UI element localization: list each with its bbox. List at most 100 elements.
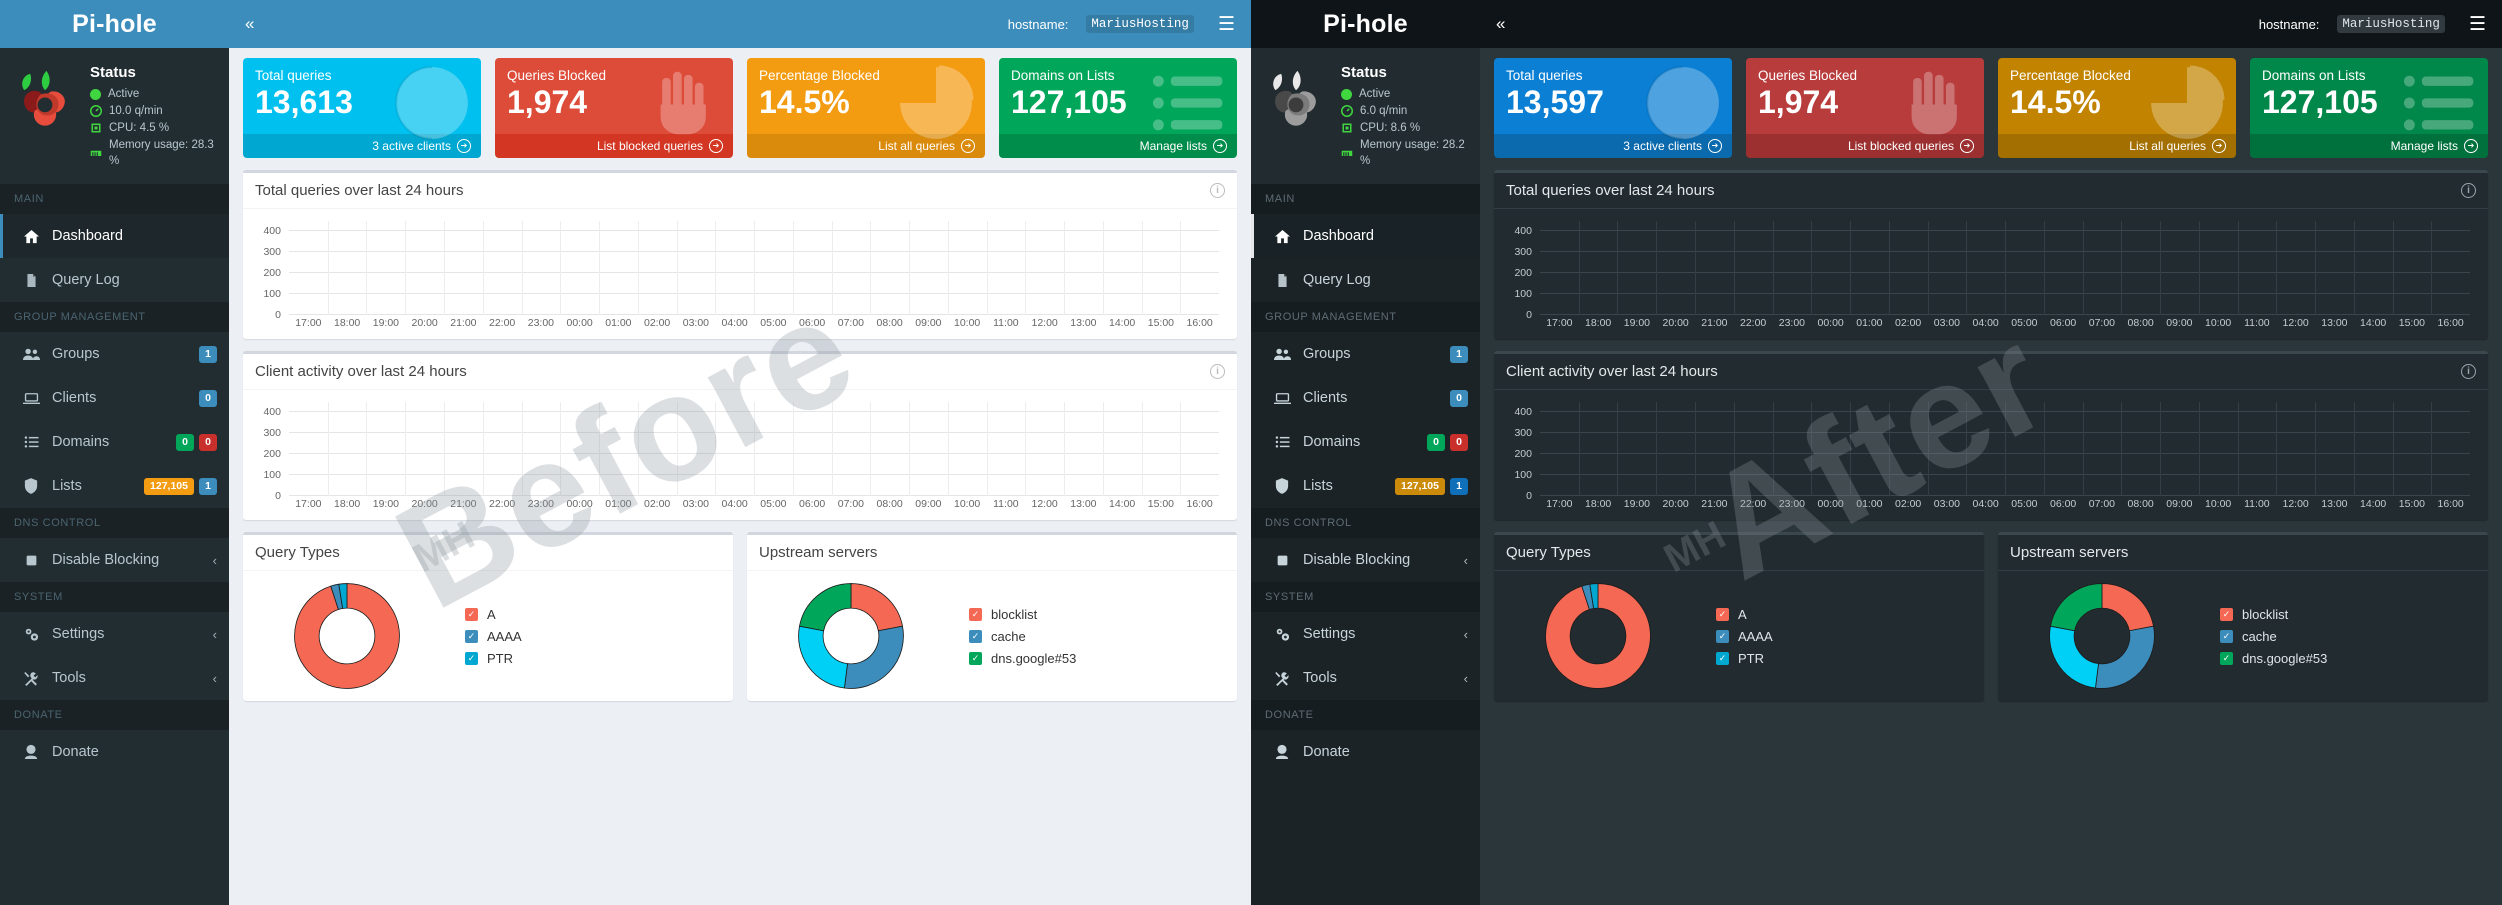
legend-item[interactable]: ✓ PTR — [465, 651, 729, 666]
query-types-donut[interactable] — [247, 577, 447, 695]
info-icon[interactable]: i — [1210, 364, 1225, 379]
stat-card-total-queries[interactable]: Total queries 13,597 3 active clients ➔ — [1494, 58, 1732, 158]
stat-card-total-queries[interactable]: Total queries 13,613 3 active clients ➔ — [243, 58, 481, 158]
hostname-label: hostname: — [1007, 16, 1069, 32]
legend-checkbox[interactable]: ✓ — [969, 629, 982, 643]
legend-item[interactable]: ✓ AAAA — [465, 629, 729, 644]
menu-icon[interactable]: ☰ — [1218, 13, 1235, 36]
cpu-icon — [1342, 123, 1352, 133]
total-queries-box: Total queries over last 24 hours i 400 30… — [243, 170, 1237, 339]
legend-checkbox[interactable]: ✓ — [465, 629, 478, 643]
legend-item[interactable]: ✓ cache — [969, 629, 1233, 644]
sidebar-item-groups[interactable]: Groups 1 — [0, 332, 229, 376]
legend-checkbox[interactable]: ✓ — [969, 651, 982, 665]
sidebar-item-tools[interactable]: Tools ‹ — [0, 656, 229, 700]
stat-card-domains-on-lists[interactable]: Domains on Lists 127,105 Manage lists ➔ — [2250, 58, 2488, 158]
sidebar-item-lists[interactable]: Lists 127,105 1 — [1251, 464, 1480, 508]
stat-card-queries-blocked[interactable]: Queries Blocked 1,974 List blocked queries… — [495, 58, 733, 158]
sidebar-item-badges: 00 — [1427, 433, 1468, 451]
document-icon — [22, 273, 40, 288]
collapse-sidebar-icon[interactable]: « — [1496, 14, 1505, 34]
legend-item[interactable]: ✓ AAAA — [1716, 629, 1980, 644]
sidebar-item-domains[interactable]: Domains 0 0 — [1251, 420, 1480, 464]
sidebar-item-dashboard[interactable]: Dashboard — [1251, 214, 1480, 258]
status-dot-icon — [90, 88, 101, 100]
sidebar-item-tools[interactable]: Tools ‹ — [1251, 656, 1480, 700]
legend-item[interactable]: ✓ dns.google#53 — [969, 651, 1233, 666]
x-tick-label: 18:00 — [333, 317, 361, 329]
upstream-servers-donut[interactable] — [2002, 577, 2202, 695]
legend-item[interactable]: ✓ cache — [2220, 629, 2484, 644]
legend-checkbox[interactable]: ✓ — [1716, 651, 1729, 665]
home-icon — [22, 229, 40, 244]
gauge-icon — [1341, 105, 1353, 117]
legend-checkbox[interactable]: ✓ — [2220, 651, 2233, 665]
info-icon[interactable]: i — [2461, 183, 2476, 198]
total-queries-chart[interactable]: 400 300 200 100 0 17:00 18:00 19:00 20:00 21:00 22… — [1506, 217, 2476, 335]
info-icon[interactable]: i — [2461, 364, 2476, 379]
info-icon[interactable]: i — [1210, 183, 1225, 198]
stat-card-queries-blocked[interactable]: Queries Blocked 1,974 List blocked queries… — [1746, 58, 1984, 158]
sidebar-item-clients[interactable]: Clients 0 — [0, 376, 229, 420]
sidebar-item-settings[interactable]: Settings ‹ — [0, 612, 229, 656]
sidebar-item-disable-blocking[interactable]: Disable Blocking ‹ — [1251, 538, 1480, 582]
sidebar-item-donate[interactable]: Donate — [0, 730, 229, 774]
legend-item[interactable]: ✓ dns.google#53 — [2220, 651, 2484, 666]
legend-label: A — [1738, 606, 1747, 622]
legend-checkbox[interactable]: ✓ — [465, 607, 478, 621]
legend-item[interactable]: ✓ blocklist — [969, 607, 1233, 622]
sidebar-item-domains[interactable]: Domains 0 0 — [0, 420, 229, 464]
sidebar-item-clients[interactable]: Clients 0 — [1251, 376, 1480, 420]
badge: 0 — [176, 433, 194, 451]
legend-checkbox[interactable]: ✓ — [1716, 607, 1729, 621]
legend-checkbox[interactable]: ✓ — [465, 651, 478, 665]
x-tick-label: 14:00 — [2359, 317, 2387, 329]
total-queries-chart[interactable]: 400 300 200 100 0 17:00 18:00 19:00 20:00 21:00 22… — [255, 217, 1225, 335]
sidebar-item-query-log[interactable]: Query Log — [0, 258, 229, 302]
menu-icon[interactable]: ☰ — [2469, 13, 2486, 36]
upstream-servers-box: Upstream servers ✓ blocklist ✓ cache ✓ dns.go… — [1998, 532, 2488, 701]
upstream-servers-donut[interactable] — [751, 577, 951, 695]
query-types-donut[interactable] — [1498, 577, 1698, 695]
sidebar-item-label: Groups — [52, 346, 100, 362]
donut-chart[interactable] — [2030, 577, 2174, 695]
status-box: Status Active 10.0 q/min CPU: 4.5 % Memo… — [0, 48, 229, 184]
sidebar-item-dashboard[interactable]: Dashboard — [0, 214, 229, 258]
collapse-sidebar-icon[interactable]: « — [245, 14, 254, 34]
badge: 1 — [1450, 345, 1468, 363]
x-tick-label: 05:00 — [760, 498, 787, 510]
legend-item[interactable]: ✓ blocklist — [2220, 607, 2484, 622]
brand-logo[interactable]: Pi-hole — [0, 0, 229, 48]
donut-row-boxes: Query Types ✓ A ✓ AAAA ✓ PTR Upstream servers — [243, 532, 1237, 701]
legend-item[interactable]: ✓ PTR — [1716, 651, 1980, 666]
brand-logo[interactable]: Pi-hole — [1251, 0, 1480, 48]
legend-checkbox[interactable]: ✓ — [2220, 607, 2233, 621]
legend-item[interactable]: ✓ A — [1716, 607, 1980, 622]
sidebar-section-dns-control: DNS CONTROL — [1251, 508, 1480, 538]
stat-card-percentage-blocked[interactable]: Percentage Blocked 14.5% List all queries ➔ — [1998, 58, 2236, 158]
sidebar-item-query-log[interactable]: Query Log — [1251, 258, 1480, 302]
stat-card-domains-on-lists[interactable]: Domains on Lists 127,105 Manage lists ➔ — [999, 58, 1237, 158]
status-qrate-label: 6.0 q/min — [1360, 105, 1408, 117]
legend-label: A — [487, 606, 496, 622]
client-activity-chart[interactable]: 400 300 200 100 0 17:00 18:00 19:00 20:00 21:00 22… — [1506, 398, 2476, 516]
legend-checkbox[interactable]: ✓ — [2220, 629, 2233, 643]
sidebar-item-lists[interactable]: Lists 127,105 1 — [0, 464, 229, 508]
donut-chart[interactable] — [275, 577, 419, 695]
total-queries-box: Total queries over last 24 hours i 400 30… — [1494, 170, 2488, 339]
donut-chart[interactable] — [1526, 577, 1670, 695]
donut-chart[interactable] — [779, 577, 923, 695]
badge: 127,105 — [1395, 477, 1445, 495]
sidebar-item-disable-blocking[interactable]: Disable Blocking ‹ — [0, 538, 229, 582]
legend-checkbox[interactable]: ✓ — [1716, 629, 1729, 643]
client-activity-chart[interactable]: 400 300 200 100 0 17:00 18:00 19:00 20:00 21:00 22… — [255, 398, 1225, 516]
sidebar-item-groups[interactable]: Groups 1 — [1251, 332, 1480, 376]
legend-item[interactable]: ✓ A — [465, 607, 729, 622]
stat-card-title: Total queries — [1506, 68, 1583, 83]
stat-card-percentage-blocked[interactable]: Percentage Blocked 14.5% List all queries ➔ — [747, 58, 985, 158]
x-tick-label: 21:00 — [1701, 317, 1728, 329]
sidebar-item-donate[interactable]: Donate — [1251, 730, 1480, 774]
sidebar-item-settings[interactable]: Settings ‹ — [1251, 612, 1480, 656]
status-qrate-label: 10.0 q/min — [109, 105, 163, 117]
legend-checkbox[interactable]: ✓ — [969, 607, 982, 621]
